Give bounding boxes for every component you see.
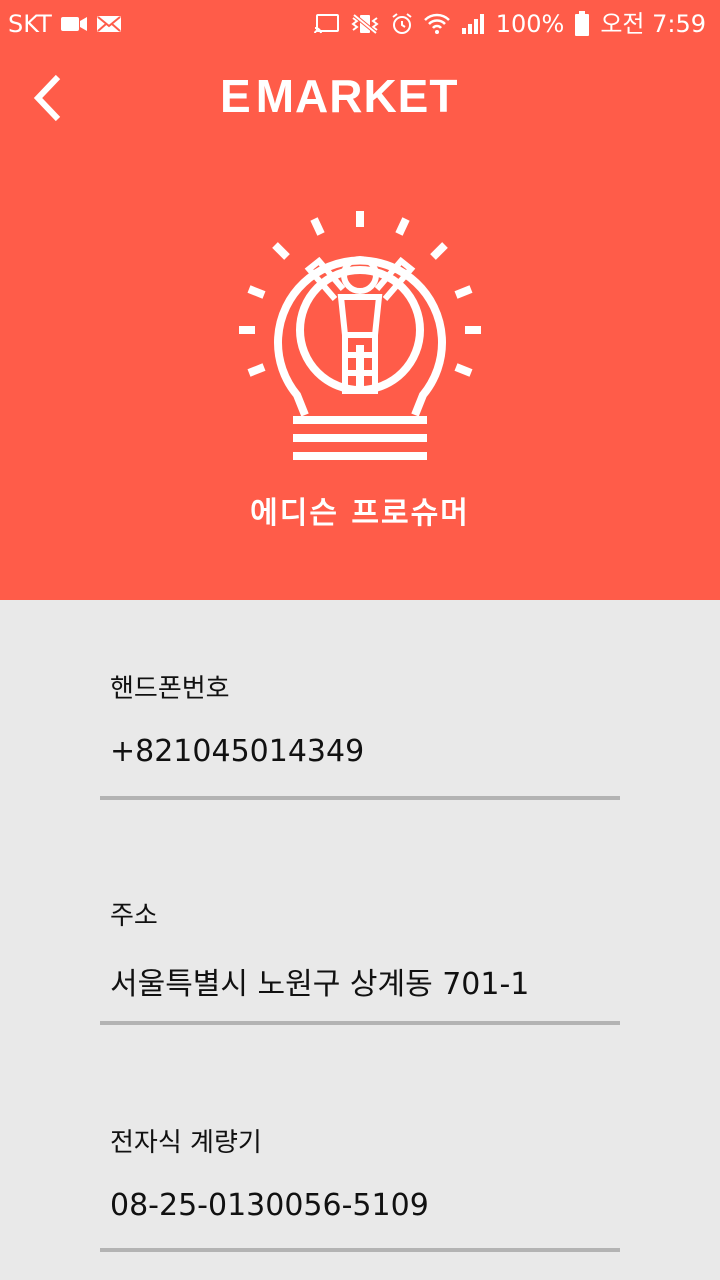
profile-header: SKT 100% 오전 7:59 E MARKET 에디슨 프로슈머 (0, 0, 720, 600)
meter-field: 전자식 계량기 08-25-0130056-5109 (100, 1122, 620, 1256)
battery-icon (574, 11, 590, 37)
address-field: 주소 서울특별시 노원구 상계동 701-1 (100, 895, 620, 1029)
app-bar: E MARKET (0, 50, 720, 146)
wifi-icon (423, 12, 450, 36)
phone-label: 핸드폰번호 (110, 674, 230, 704)
address-value: 서울특별시 노원구 상계동 701-1 (110, 967, 530, 1002)
vibrate-mute-icon (350, 13, 380, 35)
chevron-left-icon (33, 74, 61, 122)
clock-time: 오전 7:59 (600, 10, 706, 38)
app-logo: E MARKET (220, 72, 458, 120)
phone-value: +821045014349 (110, 734, 365, 769)
address-divider (100, 1021, 620, 1025)
cast-icon (313, 13, 340, 35)
carrier-label: SKT (8, 10, 52, 38)
back-button[interactable] (22, 70, 72, 126)
phone-divider (100, 796, 620, 800)
meter-value: 08-25-0130056-5109 (110, 1188, 429, 1223)
meter-divider (100, 1248, 620, 1252)
mail-icon (96, 14, 122, 34)
battery-percent: 100% (495, 10, 565, 38)
phone-field: 핸드폰번호 +821045014349 (100, 668, 620, 802)
signal-icon (460, 12, 486, 36)
meter-label: 전자식 계량기 (110, 1128, 262, 1158)
status-right: 100% 오전 7:59 (313, 10, 706, 38)
status-left: SKT (8, 10, 122, 38)
logo-text: MARKET (255, 70, 459, 122)
video-call-icon (60, 14, 88, 34)
lightbulb-person-icon (239, 211, 481, 460)
logo-mark: E (220, 70, 252, 122)
profile-name: 에디슨 프로슈머 (250, 496, 470, 531)
status-bar: SKT 100% 오전 7:59 (0, 0, 720, 50)
address-label: 주소 (110, 901, 158, 931)
alarm-icon (390, 12, 414, 36)
